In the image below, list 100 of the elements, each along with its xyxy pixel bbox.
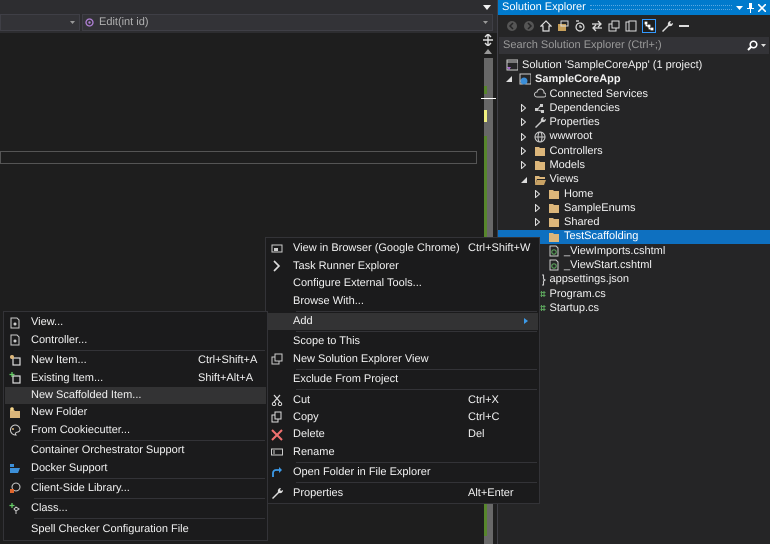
- member-dropdown[interactable]: Edit(int id): [82, 14, 493, 31]
- tree-item[interactable]: Home: [498, 186, 770, 201]
- collapsed-arrow-icon[interactable]: [535, 190, 540, 198]
- dropdown-icon[interactable]: [483, 4, 491, 10]
- menu-item[interactable]: Scope to This: [267, 332, 538, 350]
- tree-item[interactable]: Properties: [498, 115, 770, 130]
- tree-item[interactable]: Connected Services: [498, 86, 770, 101]
- menu-item[interactable]: Configure External Tools...: [267, 274, 538, 292]
- folder-icon: [548, 188, 560, 200]
- caret-icon[interactable]: [761, 44, 766, 47]
- menu-item-label: Cut: [293, 392, 310, 408]
- menu-item[interactable]: From Cookiecutter...: [5, 421, 266, 439]
- files-icon[interactable]: [625, 20, 637, 32]
- tree-item[interactable]: Shared: [498, 215, 770, 230]
- menu-item-label: Client-Side Library...: [31, 480, 130, 496]
- menu-item-label: Controller...: [31, 332, 88, 348]
- tree-item[interactable]: Models: [498, 158, 770, 172]
- menu-item-label: New Solution Explorer View: [293, 352, 429, 367]
- menu-item[interactable]: Add: [267, 312, 538, 330]
- scissors-icon: [271, 394, 283, 406]
- menu-item[interactable]: Open Folder in File Explorer: [267, 464, 538, 482]
- search-icon[interactable]: [747, 40, 758, 51]
- menu-item[interactable]: New Item... Ctrl+Shift+A: [5, 352, 266, 370]
- menu-item-label: Task Runner Explorer: [293, 258, 399, 274]
- tree-item[interactable]: Controllers: [498, 144, 770, 158]
- pin-icon[interactable]: [747, 2, 754, 12]
- shortcut-label: Shift+Alt+A: [198, 370, 254, 386]
- dependencies-icon: [534, 102, 546, 114]
- menu-item-label: Scope to This: [293, 334, 360, 350]
- tree-item[interactable]: SampleCoreApp: [498, 72, 770, 87]
- menu-item[interactable]: New Solution Explorer View: [267, 350, 538, 368]
- windows-icon: [271, 353, 283, 366]
- tree-item[interactable]: Dependencies: [498, 100, 770, 116]
- tree-item[interactable]: Views: [498, 172, 770, 187]
- tree-item[interactable]: Solution 'SampleCoreApp' (1 project): [498, 58, 770, 72]
- tree-item[interactable]: SampleEnums: [498, 200, 770, 216]
- close-icon[interactable]: [758, 4, 766, 12]
- menu-item[interactable]: Properties Alt+Enter: [267, 484, 538, 502]
- folder-icon: [548, 230, 560, 243]
- menu-item[interactable]: Spell Checker Configuration File: [5, 520, 266, 538]
- folder-icon: [548, 216, 560, 228]
- menu-item[interactable]: Container Orchestrator Support: [5, 442, 266, 460]
- shortcut-label: Ctrl+X: [468, 392, 499, 408]
- menu-item-label: Open Folder in File Explorer: [293, 465, 431, 480]
- swap-icon[interactable]: [591, 20, 603, 32]
- menu-item-label: Copy: [293, 410, 319, 425]
- shortcut-label: Ctrl+C: [468, 410, 500, 425]
- shortcut-label: Ctrl+Shift+A: [198, 353, 258, 368]
- menu-item[interactable]: New Scaffolded Item...: [5, 386, 266, 404]
- collapsed-arrow-icon[interactable]: [520, 132, 526, 141]
- menu-item[interactable]: Exclude From Project: [267, 370, 538, 388]
- menu-item[interactable]: Client-Side Library...: [5, 480, 266, 497]
- tree-item-label: Startup.cs: [550, 300, 600, 316]
- search-field[interactable]: Search Solution Explorer (Ctrl+;): [499, 37, 769, 54]
- tree-item[interactable]: TestScaffolding: [498, 230, 770, 244]
- menu-item[interactable]: Cut Ctrl+X: [267, 391, 538, 409]
- tree-item-label: Solution 'SampleCoreApp' (1 project): [522, 58, 702, 73]
- home-icon[interactable]: [540, 20, 552, 32]
- collapsed-arrow-icon[interactable]: [520, 161, 526, 170]
- menu-item[interactable]: Class...: [5, 500, 266, 518]
- scroll-up-icon[interactable]: [484, 49, 492, 54]
- menu-item[interactable]: View...: [5, 314, 266, 332]
- menu-item[interactable]: Docker Support: [5, 459, 266, 477]
- collapse-icon[interactable]: [608, 20, 620, 32]
- expanded-arrow-icon[interactable]: [506, 76, 512, 82]
- collapsed-arrow-icon[interactable]: [520, 146, 526, 155]
- menu-item[interactable]: Controller...: [5, 331, 266, 349]
- tree-item-label: Properties: [550, 115, 600, 130]
- menu-item[interactable]: New Folder: [5, 404, 266, 422]
- expanded-arrow-icon[interactable]: [520, 176, 526, 183]
- menu-item-label: Existing Item...: [31, 370, 104, 386]
- menu-item-label: Class...: [31, 501, 68, 516]
- collapsed-arrow-icon[interactable]: [520, 118, 526, 126]
- menu-item[interactable]: Copy Ctrl+C: [267, 408, 538, 426]
- menu-item[interactable]: Rename: [267, 443, 538, 461]
- collapsed-arrow-icon[interactable]: [535, 204, 540, 212]
- tree-view-icon[interactable]: [642, 19, 656, 33]
- library-icon: [9, 482, 21, 494]
- menu-item-label: Configure External Tools...: [293, 276, 422, 292]
- tree-item-label: Connected Services: [550, 86, 648, 102]
- menu-item-label: New Item...: [31, 353, 87, 368]
- split-icon[interactable]: [483, 34, 493, 46]
- collapsed-arrow-icon[interactable]: [535, 218, 540, 226]
- change-marker: [484, 110, 486, 122]
- menu-item-label: New Scaffolded Item...: [31, 388, 142, 403]
- wrench-icon[interactable]: [661, 20, 673, 32]
- method-icon: [85, 18, 94, 27]
- menu-item[interactable]: Browse With...: [267, 292, 538, 310]
- collapsed-arrow-icon[interactable]: [520, 104, 526, 112]
- sync-icon[interactable]: [557, 20, 569, 32]
- change-marker: [484, 86, 486, 94]
- tree-item[interactable]: wwwroot: [498, 129, 770, 144]
- clock-icon[interactable]: [574, 20, 586, 32]
- menu-item[interactable]: Delete Del: [267, 426, 538, 444]
- chevron-icon: [271, 260, 283, 272]
- add-item-icon: [9, 372, 21, 384]
- menu-item-label: Exclude From Project: [293, 372, 398, 388]
- tree-item-label: _ViewStart.cshtml: [564, 258, 652, 274]
- menu-item[interactable]: Existing Item... Shift+Alt+A: [5, 369, 266, 387]
- redo-arrow-icon: [271, 466, 283, 478]
